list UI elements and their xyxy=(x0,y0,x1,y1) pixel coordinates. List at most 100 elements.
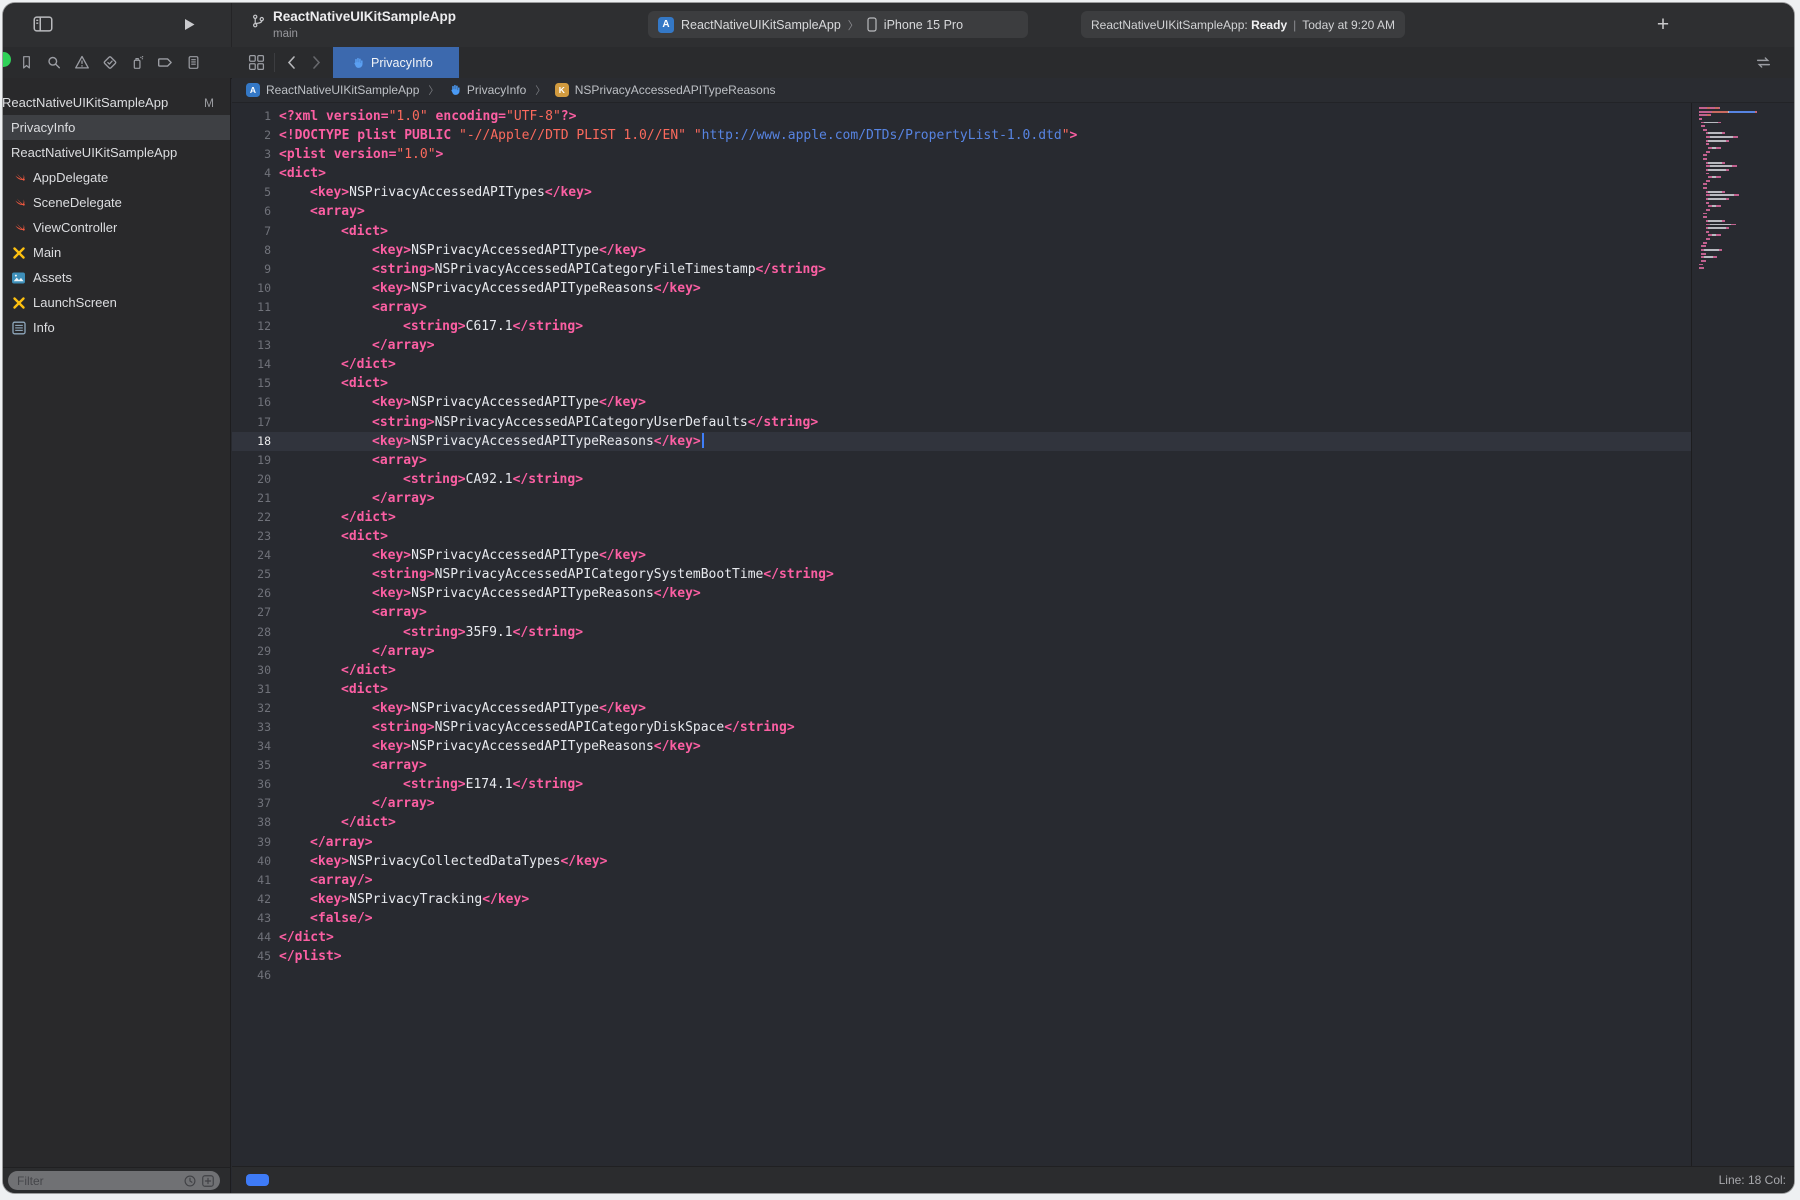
sidebar-toggle-icon[interactable] xyxy=(33,15,53,33)
line-number[interactable]: 38 xyxy=(232,813,271,832)
line-number[interactable]: 20 xyxy=(232,470,271,489)
line-number[interactable]: 18 xyxy=(232,432,271,451)
line-number[interactable]: 5 xyxy=(232,183,271,202)
code-line[interactable]: 1<?xml version="1.0" encoding="UTF-8"?> xyxy=(232,107,1691,126)
code-line[interactable]: 20<string>CA92.1</string> xyxy=(232,470,1691,489)
line-number[interactable]: 28 xyxy=(232,623,271,642)
line-number[interactable]: 26 xyxy=(232,584,271,603)
line-number[interactable]: 32 xyxy=(232,699,271,718)
test-diamond-icon[interactable] xyxy=(102,54,118,71)
code-line[interactable]: 4<dict> xyxy=(232,164,1691,183)
code-line[interactable]: 38</dict> xyxy=(232,813,1691,832)
sidebar-item-scenedelegate[interactable]: SceneDelegate xyxy=(3,190,230,215)
code-line[interactable]: 2<!DOCTYPE plist PUBLIC "-//Apple//DTD P… xyxy=(232,126,1691,145)
code-line[interactable]: 19<array> xyxy=(232,451,1691,470)
breadcrumb-item[interactable]: AReactNativeUIKitSampleApp xyxy=(246,83,419,97)
line-number[interactable]: 7 xyxy=(232,222,271,241)
code-line[interactable]: 29</array> xyxy=(232,642,1691,661)
code-line[interactable]: 22</dict> xyxy=(232,508,1691,527)
line-number[interactable]: 41 xyxy=(232,871,271,890)
code-line[interactable]: 44</dict> xyxy=(232,928,1691,947)
line-number[interactable]: 27 xyxy=(232,603,271,622)
line-number[interactable]: 39 xyxy=(232,833,271,852)
code-line[interactable]: 5<key>NSPrivacyAccessedAPITypes</key> xyxy=(232,183,1691,202)
line-number[interactable]: 40 xyxy=(232,852,271,871)
sidebar-item-viewcontroller[interactable]: ViewController xyxy=(3,215,230,240)
sidebar-item-main[interactable]: Main xyxy=(3,240,230,265)
code-line[interactable]: 10<key>NSPrivacyAccessedAPITypeReasons</… xyxy=(232,279,1691,298)
line-number[interactable]: 33 xyxy=(232,718,271,737)
code-line[interactable]: 11<array> xyxy=(232,298,1691,317)
code-line[interactable]: 46 xyxy=(232,966,1691,985)
code-line[interactable]: 41<array/> xyxy=(232,871,1691,890)
counterparts-icon[interactable] xyxy=(1755,54,1772,71)
line-number[interactable]: 3 xyxy=(232,145,271,164)
line-number[interactable]: 14 xyxy=(232,355,271,374)
code-line[interactable]: 34<key>NSPrivacyAccessedAPITypeReasons</… xyxy=(232,737,1691,756)
code-line[interactable]: 39</array> xyxy=(232,833,1691,852)
warning-icon[interactable] xyxy=(74,54,90,71)
line-number[interactable]: 10 xyxy=(232,279,271,298)
line-number[interactable]: 1 xyxy=(232,107,271,126)
line-number[interactable]: 31 xyxy=(232,680,271,699)
sidebar-item-launchscreen[interactable]: LaunchScreen xyxy=(3,290,230,315)
line-number[interactable]: 19 xyxy=(232,451,271,470)
bookmark-icon[interactable] xyxy=(19,54,34,71)
sidebar-item-reactnativeuikitsampleapp[interactable]: ReactNativeUIKitSampleAppM xyxy=(3,90,230,115)
line-number[interactable]: 21 xyxy=(232,489,271,508)
line-number[interactable]: 24 xyxy=(232,546,271,565)
sidebar-item-assets[interactable]: Assets xyxy=(3,265,230,290)
code-line[interactable]: 36<string>E174.1</string> xyxy=(232,775,1691,794)
sidebar-item-reactnativeuikitsampleapp[interactable]: ReactNativeUIKitSampleApp xyxy=(3,140,230,165)
code-line[interactable]: 17<string>NSPrivacyAccessedAPICategoryUs… xyxy=(232,413,1691,432)
code-line[interactable]: 14</dict> xyxy=(232,355,1691,374)
minimap[interactable] xyxy=(1691,103,1794,1167)
add-filter-icon[interactable] xyxy=(201,1174,215,1188)
report-doc-icon[interactable] xyxy=(186,54,201,71)
activity-status[interactable]: ReactNativeUIKitSampleApp: Ready | Today… xyxy=(1081,11,1405,38)
line-number[interactable]: 37 xyxy=(232,794,271,813)
debug-spray-icon[interactable] xyxy=(130,54,145,71)
code-line[interactable]: 26<key>NSPrivacyAccessedAPITypeReasons</… xyxy=(232,584,1691,603)
code-line[interactable]: 9<string>NSPrivacyAccessedAPICategoryFil… xyxy=(232,260,1691,279)
line-number[interactable]: 35 xyxy=(232,756,271,775)
code-line[interactable]: 33<string>NSPrivacyAccessedAPICategoryDi… xyxy=(232,718,1691,737)
run-button[interactable] xyxy=(181,16,197,33)
line-number[interactable]: 12 xyxy=(232,317,271,336)
code-line[interactable]: 43<false/> xyxy=(232,909,1691,928)
code-line[interactable]: 3<plist version="1.0"> xyxy=(232,145,1691,164)
editor-activity-pill[interactable] xyxy=(246,1174,269,1186)
line-number[interactable]: 30 xyxy=(232,661,271,680)
code-line[interactable]: 27<array> xyxy=(232,603,1691,622)
filter-input[interactable]: Filter xyxy=(8,1171,220,1190)
code-line[interactable]: 42<key>NSPrivacyTracking</key> xyxy=(232,890,1691,909)
tab-overview-icon[interactable] xyxy=(248,54,265,71)
code-line[interactable]: 35<array> xyxy=(232,756,1691,775)
tab-privacyinfo[interactable]: PrivacyInfo xyxy=(333,47,459,78)
scheme-destination[interactable]: iPhone 15 Pro xyxy=(884,18,963,32)
code-line[interactable]: 40<key>NSPrivacyCollectedDataTypes</key> xyxy=(232,852,1691,871)
line-number[interactable]: 16 xyxy=(232,393,271,412)
line-number[interactable]: 46 xyxy=(232,966,271,985)
line-number[interactable]: 36 xyxy=(232,775,271,794)
code-line[interactable]: 25<string>NSPrivacyAccessedAPICategorySy… xyxy=(232,565,1691,584)
clock-icon[interactable] xyxy=(183,1174,197,1188)
back-chevron-icon[interactable] xyxy=(284,54,300,71)
code-line[interactable]: 28<string>35F9.1</string> xyxy=(232,623,1691,642)
line-number[interactable]: 6 xyxy=(232,202,271,221)
line-number[interactable]: 43 xyxy=(232,909,271,928)
library-add-button[interactable]: + xyxy=(1651,11,1675,38)
breakpoint-tag-icon[interactable] xyxy=(157,54,174,71)
line-number[interactable]: 22 xyxy=(232,508,271,527)
line-number[interactable]: 34 xyxy=(232,737,271,756)
code-area[interactable]: 1<?xml version="1.0" encoding="UTF-8"?>2… xyxy=(232,103,1691,1167)
sidebar-item-appdelegate[interactable]: AppDelegate xyxy=(3,165,230,190)
line-number[interactable]: 11 xyxy=(232,298,271,317)
code-line[interactable]: 18<key>NSPrivacyAccessedAPITypeReasons</… xyxy=(232,432,1691,451)
scheme-target[interactable]: ReactNativeUIKitSampleApp xyxy=(681,18,841,32)
code-line[interactable]: 13</array> xyxy=(232,336,1691,355)
code-line[interactable]: 7<dict> xyxy=(232,222,1691,241)
line-number[interactable]: 23 xyxy=(232,527,271,546)
line-number[interactable]: 2 xyxy=(232,126,271,145)
line-number[interactable]: 17 xyxy=(232,413,271,432)
